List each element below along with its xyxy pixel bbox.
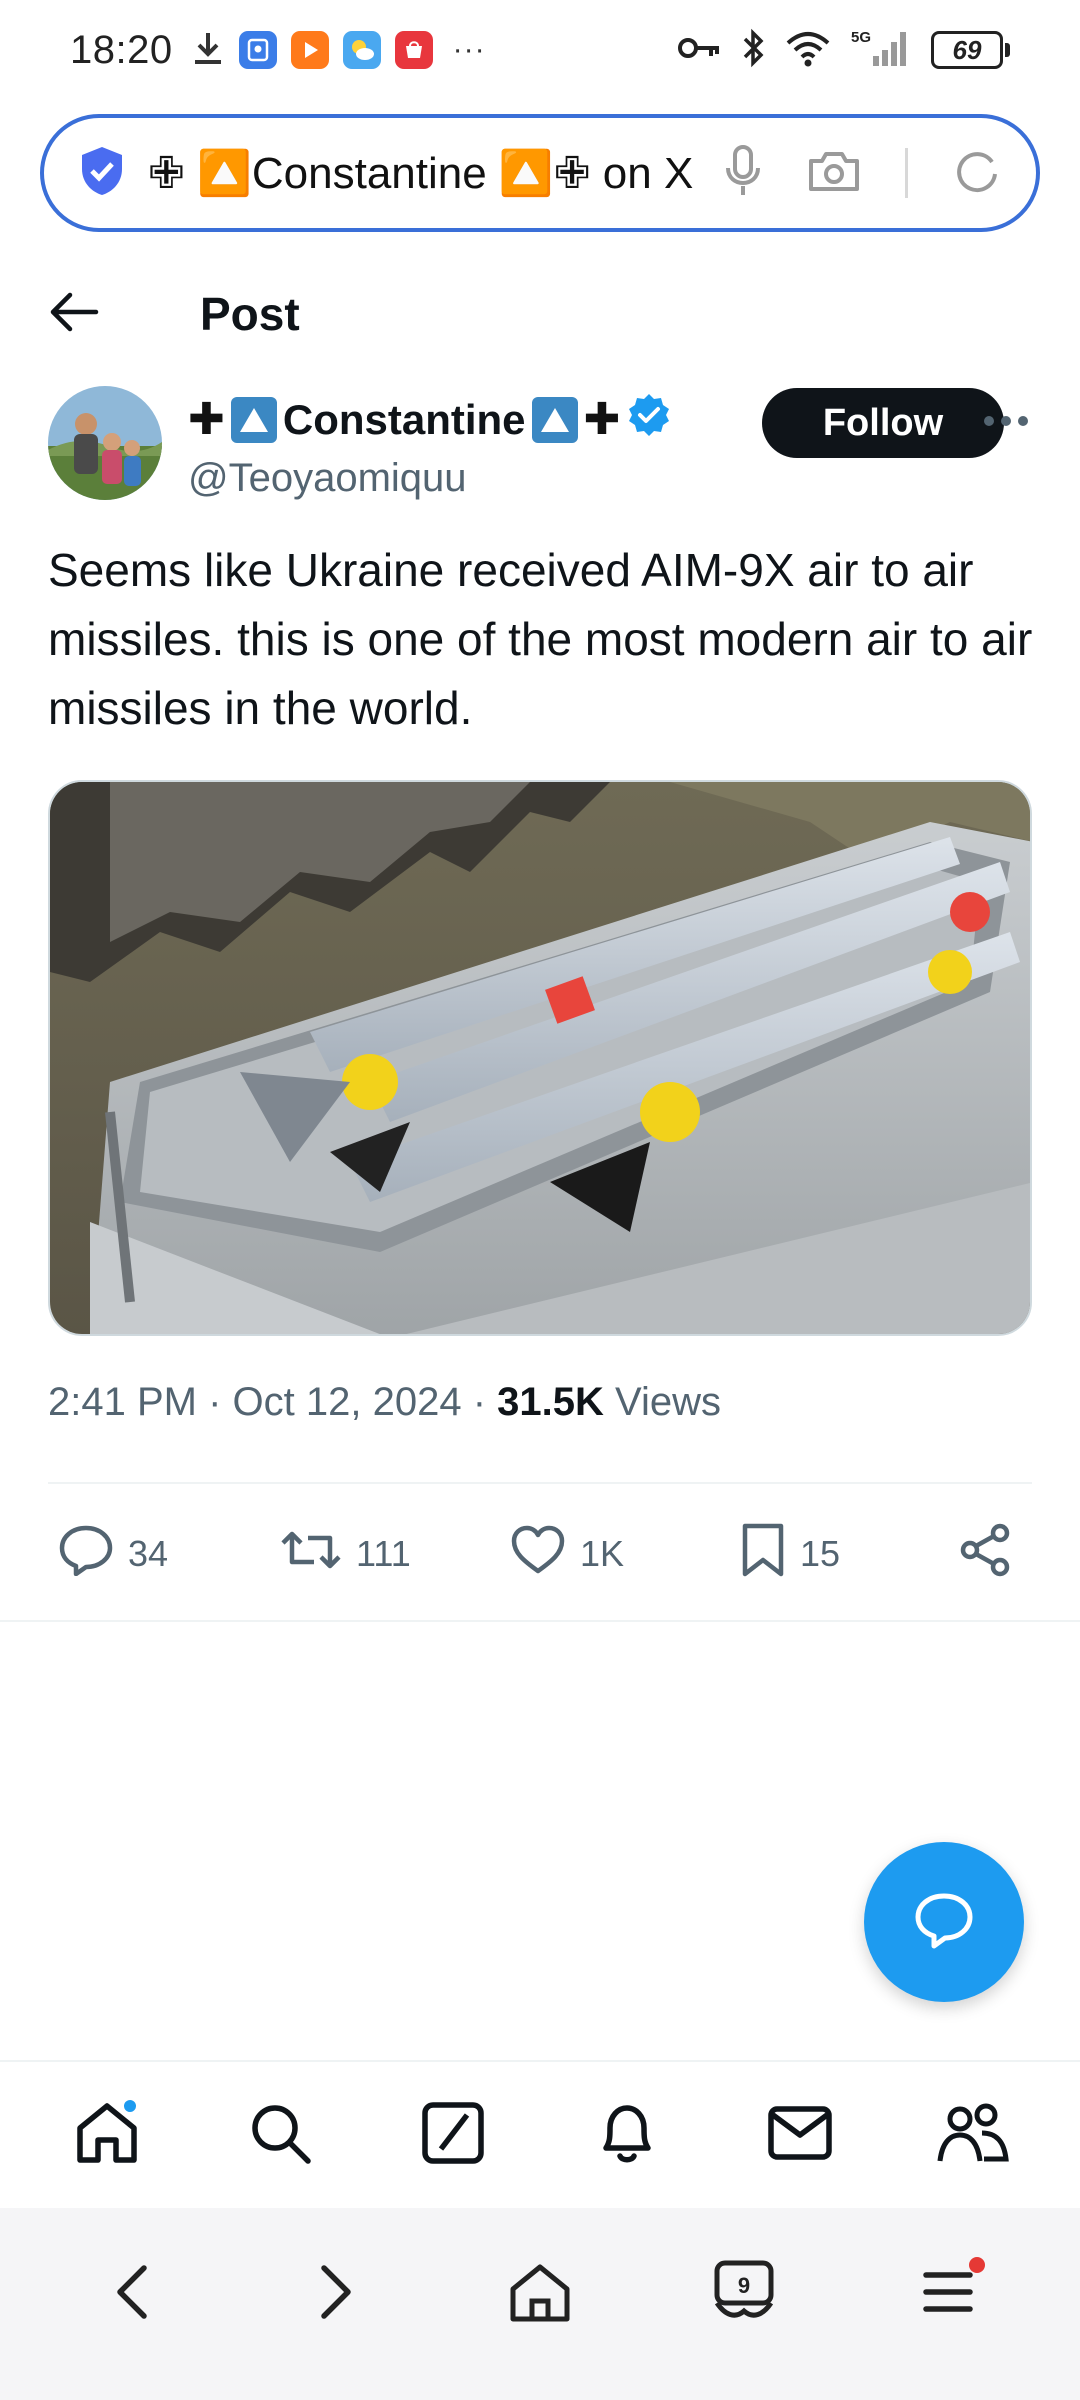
author-handle[interactable]: @Teoyaomiquu (188, 456, 672, 501)
browser-tabs-button[interactable]: 9 (699, 2249, 789, 2339)
grok-icon (421, 2101, 485, 2170)
notification-dot (969, 2257, 985, 2273)
post-date[interactable]: Oct 12, 2024 (233, 1380, 462, 1424)
wifi-icon (785, 29, 831, 72)
reply-button[interactable]: 34 (58, 1516, 168, 1592)
browser-menu-button[interactable] (903, 2249, 993, 2339)
repost-icon (280, 1526, 342, 1583)
post-author-row: ✚ Constantine ✚ @Teoyaomiquu Follow (48, 386, 1038, 506)
reply-icon (58, 1524, 114, 1585)
post-text: Seems like Ukraine received AIM-9X air t… (48, 544, 1033, 734)
more-options-icon[interactable] (976, 396, 1036, 446)
views-count: 31.5K (497, 1380, 604, 1424)
chevron-left-icon (112, 2262, 152, 2327)
up-triangle-emoji-icon (230, 397, 277, 443)
share-icon (958, 1522, 1014, 1587)
browser-back-button[interactable] (87, 2249, 177, 2339)
microphone-icon[interactable] (723, 144, 763, 203)
reply-count: 34 (128, 1533, 169, 1574)
like-button[interactable]: 1K (510, 1516, 624, 1592)
author-name-text: Constantine (282, 396, 526, 443)
like-count: 1K (580, 1533, 625, 1574)
heart-icon (510, 1525, 566, 1584)
nav-notifications[interactable] (582, 2090, 672, 2180)
shield-icon[interactable] (78, 145, 126, 202)
home-icon (507, 2261, 573, 2328)
avatar[interactable] (48, 386, 162, 500)
compose-reply-button[interactable] (864, 1842, 1024, 2002)
divider (48, 1482, 1032, 1484)
status-time: 18:20 (70, 27, 173, 72)
divider (0, 1620, 1080, 1622)
camera-icon[interactable] (807, 149, 861, 198)
browser-forward-button[interactable] (291, 2249, 381, 2339)
nav-search[interactable] (235, 2090, 325, 2180)
tab-count: 9 (737, 2273, 751, 2298)
battery-level: 69 (931, 31, 1003, 69)
cellular-signal-icon: 5G (849, 28, 913, 73)
notification-icons: ··· (191, 29, 486, 72)
bell-icon (596, 2100, 658, 2171)
separator: · (208, 1380, 222, 1424)
chat-bubble-icon (912, 1890, 976, 1955)
store-app-icon (394, 31, 433, 69)
cross-emoji-icon: ✚ (188, 395, 225, 444)
bookmark-button[interactable]: 15 (740, 1516, 840, 1592)
weather-app-icon (342, 31, 381, 69)
more-notifications-icon: ··· (452, 33, 486, 66)
nav-home[interactable] (62, 2090, 152, 2180)
follow-button[interactable]: Follow (762, 388, 1004, 458)
cross-emoji-icon: ✚ (583, 395, 621, 444)
nav-grok[interactable] (408, 2090, 498, 2180)
address-url-text[interactable]: ✙ 🔼Constantine 🔼✙ on X (148, 147, 708, 199)
post-header: Post (0, 262, 1080, 366)
up-triangle-emoji-icon (531, 397, 578, 443)
mail-icon (767, 2105, 833, 2166)
bookmark-icon (740, 1522, 786, 1587)
bottom-navigation (0, 2060, 1080, 2208)
browser-address-bar[interactable]: ✙ 🔼Constantine 🔼✙ on X (40, 114, 1040, 232)
nav-messages[interactable] (755, 2090, 845, 2180)
system-icons: 5G 69 (677, 28, 1010, 73)
menu-icon (921, 2267, 975, 2322)
author-display-name[interactable]: ✚ Constantine ✚ (188, 392, 672, 448)
repost-count: 111 (356, 1533, 411, 1574)
post-image[interactable] (48, 780, 1032, 1336)
browser-home-button[interactable] (495, 2249, 585, 2339)
views-label: Views (615, 1380, 722, 1424)
repost-button[interactable]: 111 (280, 1516, 411, 1592)
refresh-icon[interactable] (952, 146, 1002, 201)
nav-communities[interactable] (928, 2090, 1018, 2180)
bookmark-count: 15 (800, 1533, 841, 1574)
app-notification-icon (238, 31, 277, 69)
download-icon (191, 29, 225, 72)
page-title: Post (200, 288, 300, 340)
verified-badge-icon (626, 392, 672, 448)
key-icon (677, 33, 723, 68)
post-actions: 34 111 1K 15 (48, 1516, 1032, 1592)
video-app-icon (290, 31, 329, 69)
status-bar: 18:20 ··· 5G 69 (0, 0, 1080, 100)
back-arrow-icon[interactable] (48, 290, 100, 339)
communities-icon (936, 2101, 1010, 2170)
share-button[interactable] (958, 1516, 1014, 1592)
separator: · (472, 1380, 487, 1424)
post-time[interactable]: 2:41 PM (48, 1380, 197, 1424)
battery-indicator: 69 (931, 31, 1010, 69)
chevron-right-icon (316, 2262, 356, 2327)
toolbar-divider (905, 148, 908, 198)
svg-text:5G: 5G (851, 29, 871, 46)
browser-toolbar: 9 (0, 2208, 1080, 2400)
search-icon (248, 2101, 312, 2170)
post-timestamp: 2:41 PM · Oct 12, 2024 · 31.5K Views (48, 1380, 721, 1425)
bluetooth-icon (741, 28, 767, 73)
notification-dot (121, 2098, 138, 2114)
